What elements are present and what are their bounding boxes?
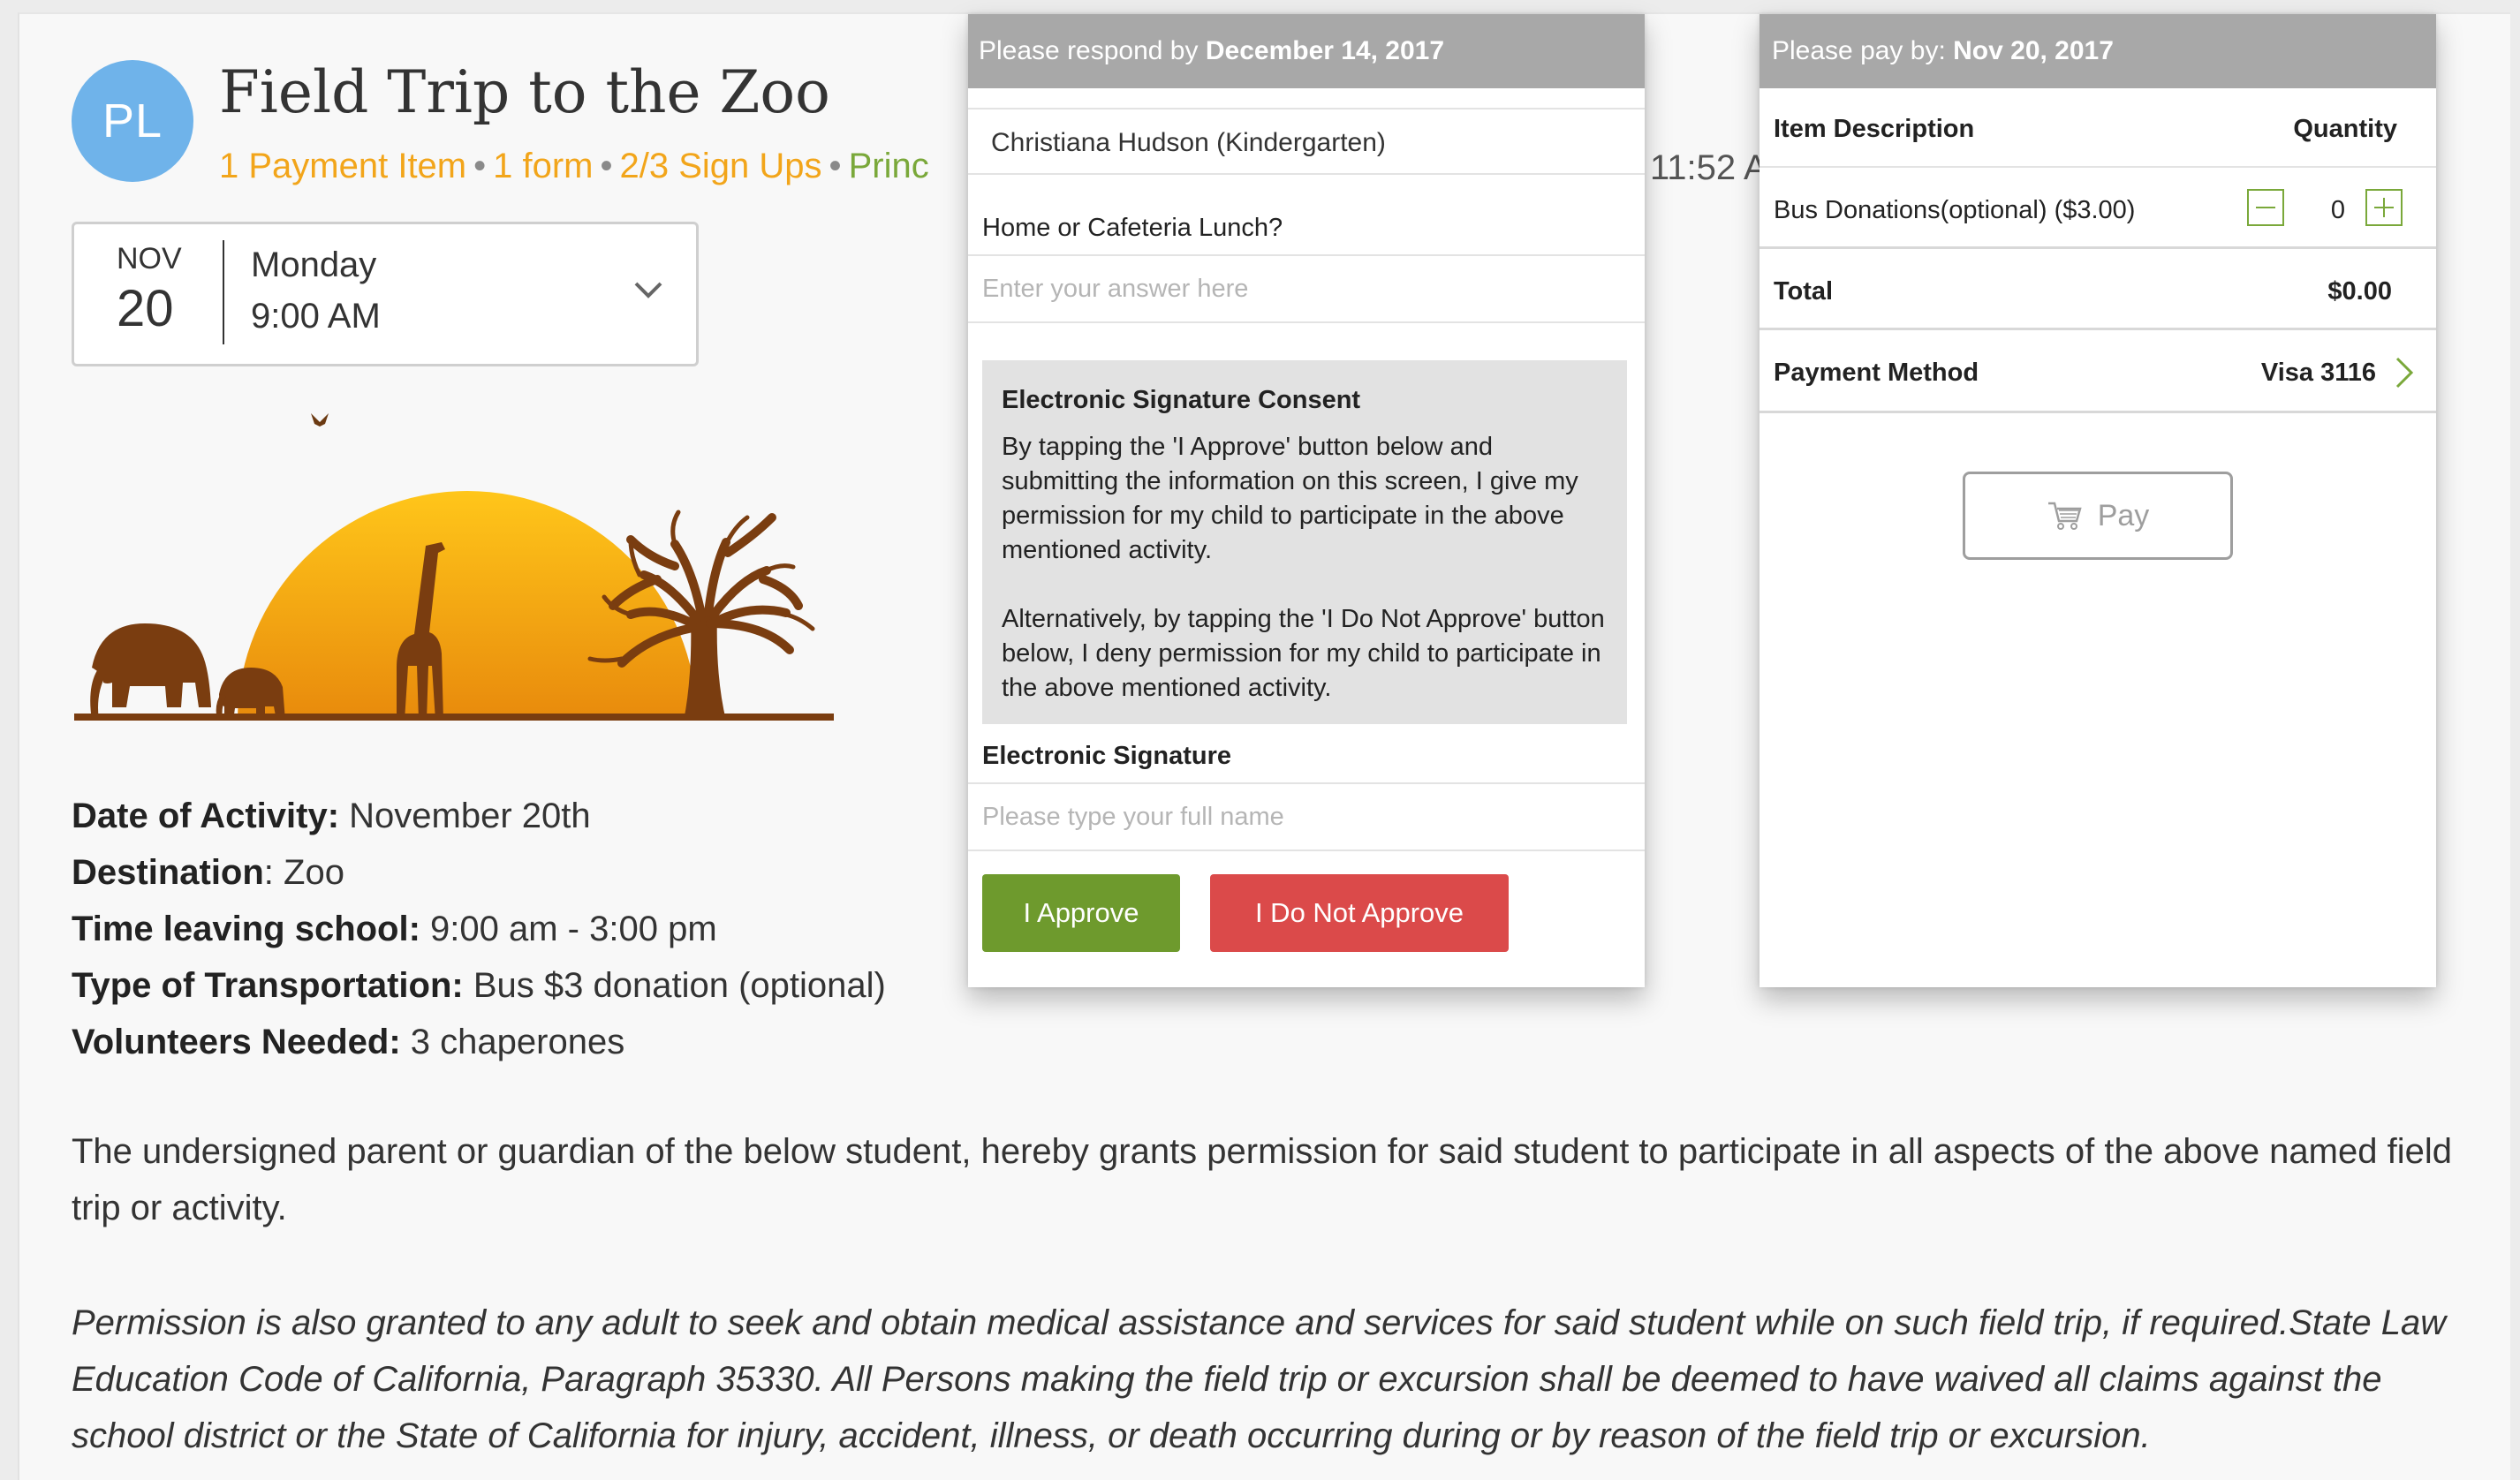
deny-button[interactable]: I Do Not Approve xyxy=(1210,874,1509,952)
posted-time: 11:52 A xyxy=(1650,148,1767,187)
forms-link[interactable]: 1 form xyxy=(493,147,593,185)
activity-details: Date of Activity: November 20th Destinat… xyxy=(72,788,886,1070)
separator-dot: • xyxy=(829,147,842,185)
consent-deny-text: Alternatively, by tapping the 'I Do Not … xyxy=(1002,605,1605,702)
date-day: 20 xyxy=(117,280,174,337)
pay-label: Pay xyxy=(2097,498,2150,532)
bird-icon xyxy=(311,413,329,427)
payment-method-value: Visa 3116 xyxy=(2260,359,2376,387)
answer-field-wrapper xyxy=(968,254,1645,323)
divider xyxy=(223,240,224,344)
item-description-header: Item Description xyxy=(1774,115,1975,143)
elephant-icon xyxy=(90,623,211,721)
event-page: PL Field Trip to the Zoo 1 Payment Item •… xyxy=(18,12,2510,1480)
quantity-value: 0 xyxy=(2330,196,2346,224)
respond-by-header: Please respond by December 14, 2017 xyxy=(968,14,1645,88)
pay-by-header: Please pay by: Nov 20, 2017 xyxy=(1759,14,2436,88)
approve-button[interactable]: I Approve xyxy=(982,874,1180,952)
medical-waiver-paragraph: Permission is also granted to any adult … xyxy=(72,1303,2447,1455)
item-label: Bus Donations(optional) ($3.00) xyxy=(1774,196,2136,224)
chevron-down-icon[interactable] xyxy=(631,273,666,308)
signature-field-wrapper xyxy=(968,782,1645,851)
payment-panel: Please pay by: Nov 20, 2017 Item Descrip… xyxy=(1759,14,2436,987)
minus-icon[interactable] xyxy=(2247,189,2284,226)
detail-destination: Destination: Zoo xyxy=(72,853,344,892)
detail-date: Date of Activity: November 20th xyxy=(72,797,591,835)
separator-dot: • xyxy=(600,147,613,185)
signature-consent-box: Electronic Signature Consent By tapping … xyxy=(982,360,1627,724)
payment-method-label: Payment Method xyxy=(1774,359,1979,387)
total-label: Total xyxy=(1774,277,1834,306)
date-dropdown[interactable]: NOV 20 Monday 9:00 AM xyxy=(72,222,699,366)
date-time: 9:00 AM xyxy=(251,297,381,336)
permission-paragraph: The undersigned parent or guardian of th… xyxy=(72,1132,2452,1227)
separator-dot: • xyxy=(473,147,487,185)
signups-link[interactable]: 2/3 Sign Ups xyxy=(620,147,822,185)
event-meta: 1 Payment Item • 1 form • 2/3 Sign Ups • Princ xyxy=(219,147,961,186)
detail-time: Time leaving school: 9:00 am - 3:00 pm xyxy=(72,910,717,948)
pay-button[interactable]: Pay xyxy=(1963,472,2233,560)
payment-method-row[interactable]: Payment Method Visa 3116 xyxy=(1759,332,2436,413)
answer-input[interactable] xyxy=(968,256,1602,321)
quantity-header: Quantity xyxy=(2293,115,2397,143)
consent-title: Electronic Signature Consent xyxy=(1002,386,1361,414)
payment-table-header: Item Description Quantity xyxy=(1759,92,2436,168)
total-value: $0.00 xyxy=(2327,277,2392,306)
cart-icon xyxy=(2047,502,2082,530)
avatar: PL xyxy=(72,60,193,182)
student-selector[interactable]: Christiana Hudson (Kindergarten) xyxy=(968,108,1645,175)
date-weekday: Monday xyxy=(251,245,377,284)
payment-items-link[interactable]: 1 Payment Item xyxy=(219,147,466,185)
date-month: NOV xyxy=(117,242,182,276)
principal-link[interactable]: Princ xyxy=(849,147,929,185)
safari-illustration xyxy=(74,413,834,721)
detail-volunteers: Volunteers Needed: 3 chaperones xyxy=(72,1023,625,1061)
plus-icon[interactable] xyxy=(2365,189,2403,226)
chevron-right-icon xyxy=(2395,357,2414,389)
payment-item-row: Bus Donations(optional) ($3.00) 0 xyxy=(1759,170,2436,249)
question-label: Home or Cafeteria Lunch? xyxy=(982,214,1283,242)
consent-approve-text: By tapping the 'I Approve' button below … xyxy=(1002,433,1578,564)
total-row: Total $0.00 xyxy=(1759,251,2436,330)
page-title: Field Trip to the Zoo xyxy=(219,58,830,126)
signature-input[interactable] xyxy=(968,784,1602,849)
permission-form-panel: Please respond by December 14, 2017 Chri… xyxy=(968,14,1645,987)
detail-transportation: Type of Transportation: Bus $3 donation … xyxy=(72,966,886,1005)
signature-label: Electronic Signature xyxy=(982,742,1232,770)
